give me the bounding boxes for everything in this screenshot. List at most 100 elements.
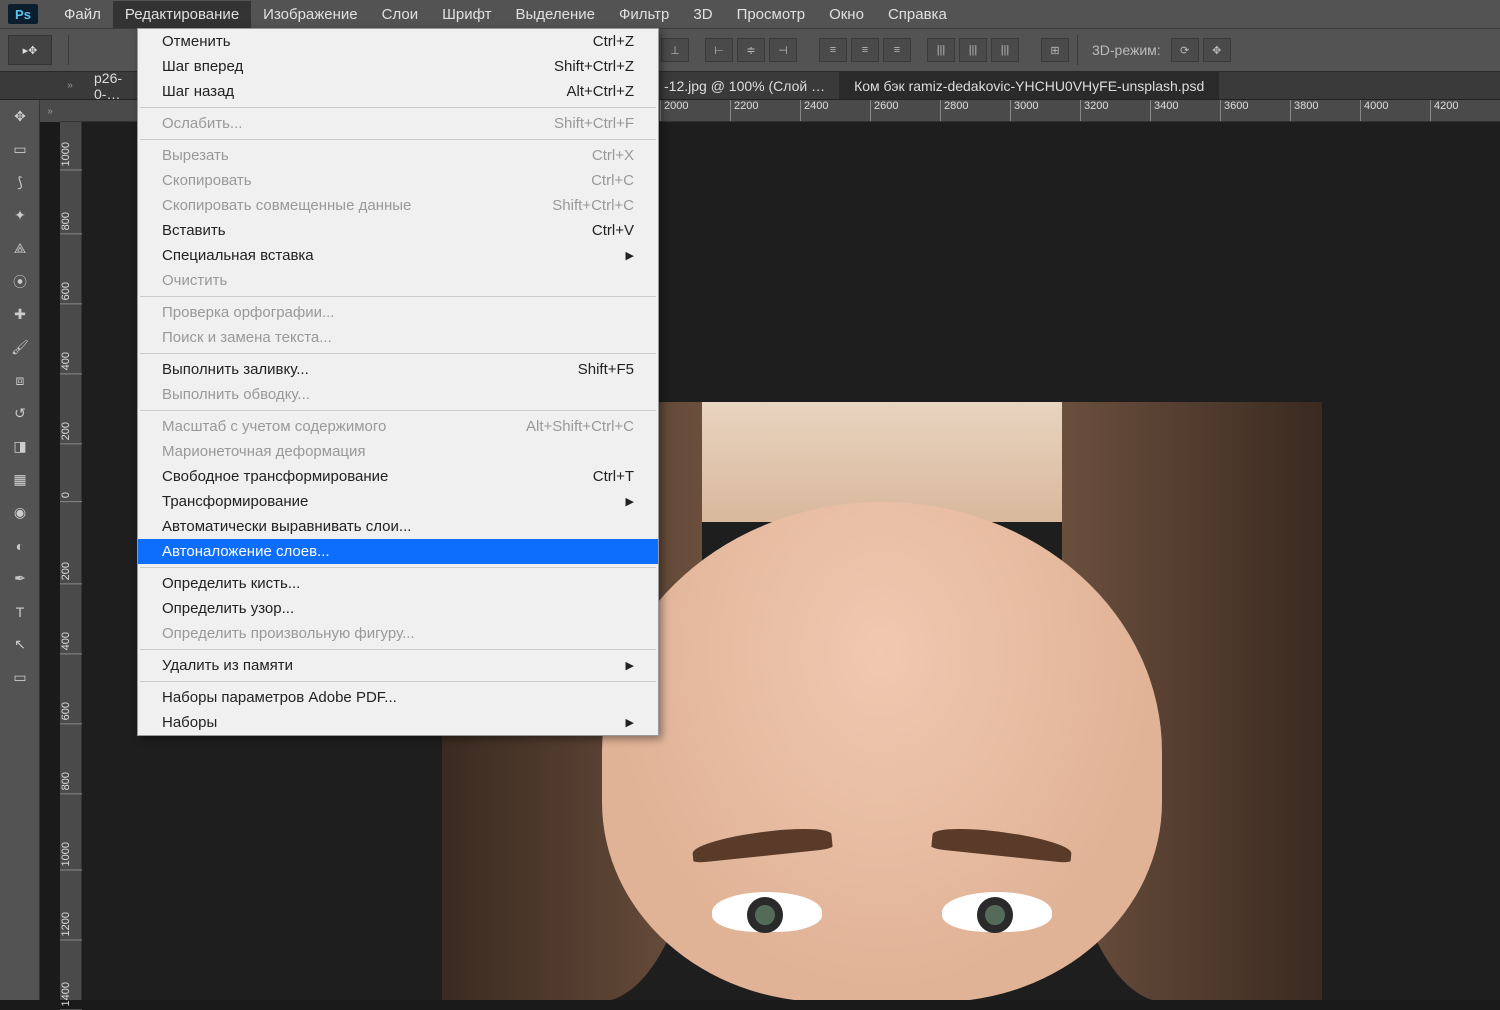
menu-просмотр[interactable]: Просмотр (725, 1, 818, 28)
menu-item-свободное-трансформирование[interactable]: Свободное трансформированиеCtrl+T (138, 464, 658, 489)
history-tool-icon[interactable]: ↺ (0, 397, 40, 430)
menu-item-скопировать: СкопироватьCtrl+C (138, 168, 658, 193)
menu-слои[interactable]: Слои (370, 1, 430, 28)
menu-item-марионеточная-деформация: Марионеточная деформация (138, 439, 658, 464)
vertical-divider (68, 35, 69, 65)
pen-tool-icon[interactable]: ✒ (0, 562, 40, 595)
menu-separator (140, 681, 656, 682)
brush-tool-icon[interactable]: 🖌 (0, 331, 40, 364)
menu-item-очистить: Очистить (138, 268, 658, 293)
menu-item-специальная-вставка[interactable]: Специальная вставка▶ (138, 243, 658, 268)
menu-item-определить-кисть-[interactable]: Определить кисть... (138, 571, 658, 596)
document-tab[interactable]: p26-0-… (80, 72, 140, 99)
tabs-scroll-icon[interactable]: » (60, 72, 80, 99)
align-left-edges-icon[interactable]: ⊢ (705, 38, 733, 62)
menu-item-определить-узор-[interactable]: Определить узор... (138, 596, 658, 621)
crop-tool-icon[interactable]: ⟁ (0, 232, 40, 265)
menu-item-отменить[interactable]: ОтменитьCtrl+Z (138, 29, 658, 54)
distribute-top-icon[interactable]: ≡ (819, 38, 847, 62)
align-horizontal-centers-icon[interactable]: ≑ (737, 38, 765, 62)
menu-shortcut: Shift+Ctrl+C (552, 197, 634, 214)
menu-item-автоматически-выравнивать-слои-[interactable]: Автоматически выравнивать слои... (138, 514, 658, 539)
document-tab[interactable]: -12.jpg @ 100% (Слой … (650, 72, 840, 99)
menu-item-вставить[interactable]: ВставитьCtrl+V (138, 218, 658, 243)
ruler-tick: 0 (60, 492, 82, 502)
distribute-right-icon[interactable]: ||| (991, 38, 1019, 62)
menu-item-удалить-из-памяти[interactable]: Удалить из памяти▶ (138, 653, 658, 678)
menu-item-label: Скопировать (162, 172, 252, 189)
menu-item-label: Выполнить заливку... (162, 361, 309, 378)
menu-shortcut: Ctrl+T (593, 468, 634, 485)
marquee-tool-icon[interactable]: ▭ (0, 133, 40, 166)
move-tool-icon[interactable]: ✥ (0, 100, 40, 133)
canvas-image-iris (747, 897, 783, 933)
heal-tool-icon[interactable]: ✚ (0, 298, 40, 331)
menu-bar: Ps ФайлРедактированиеИзображениеСлоиШриф… (0, 0, 1500, 28)
menu-item-автоналожение-слоев-[interactable]: Автоналожение слоев... (138, 539, 658, 564)
tool-preset-picker[interactable]: ▸✥ (8, 35, 52, 65)
gradient-tool-icon[interactable]: ▦ (0, 463, 40, 496)
menu-separator (140, 139, 656, 140)
menu-справка[interactable]: Справка (876, 1, 959, 28)
menu-shortcut: Ctrl+X (592, 147, 634, 164)
panel-expand-icon[interactable]: » (40, 100, 60, 122)
menu-item-наборы-параметров-adobe-pdf-[interactable]: Наборы параметров Adobe PDF... (138, 685, 658, 710)
mode-3d-orbit-icon[interactable]: ⟳ (1171, 38, 1199, 62)
mode-3d-label: 3D-режим: (1092, 42, 1161, 58)
blur-tool-icon[interactable]: ◉ (0, 496, 40, 529)
menu-выделение[interactable]: Выделение (504, 1, 607, 28)
ruler-tick: 3000 (1010, 100, 1038, 122)
menu-фильтр[interactable]: Фильтр (607, 1, 681, 28)
eraser-tool-icon[interactable]: ◨ (0, 430, 40, 463)
ruler-tick: 200 (60, 422, 82, 444)
menu-файл[interactable]: Файл (52, 1, 113, 28)
menu-шрифт[interactable]: Шрифт (430, 1, 503, 28)
distribute-bottom-icon[interactable]: ≡ (883, 38, 911, 62)
eyedropper-tool-icon[interactable]: ⦿ (0, 265, 40, 298)
menu-item-проверка-орфографии-: Проверка орфографии... (138, 300, 658, 325)
menu-редактирование[interactable]: Редактирование (113, 1, 251, 28)
align-bottom-edges-icon[interactable]: ⊥ (661, 38, 689, 62)
vertical-divider (1077, 35, 1078, 65)
menu-окно[interactable]: Окно (817, 1, 876, 28)
submenu-arrow-icon: ▶ (626, 495, 634, 508)
menu-item-label: Специальная вставка (162, 247, 314, 264)
menu-item-label: Определить кисть... (162, 575, 300, 592)
menu-item-шаг-назад[interactable]: Шаг назадAlt+Ctrl+Z (138, 79, 658, 104)
menu-item-трансформирование[interactable]: Трансформирование ▶ (138, 489, 658, 514)
ruler-tick: 3400 (1150, 100, 1178, 122)
lasso-tool-icon[interactable]: ⟆ (0, 166, 40, 199)
type-tool-icon[interactable]: T (0, 595, 40, 628)
menu-item-label: Наборы параметров Adobe PDF... (162, 689, 397, 706)
menu-item-label: Очистить (162, 272, 227, 289)
menu-item-label: Вырезать (162, 147, 229, 164)
path-tool-icon[interactable]: ↖ (0, 628, 40, 661)
wand-tool-icon[interactable]: ✦ (0, 199, 40, 232)
ruler-tick: 800 (60, 212, 82, 234)
align-right-edges-icon[interactable]: ⊣ (769, 38, 797, 62)
stamp-tool-icon[interactable]: ⧈ (0, 364, 40, 397)
distribute-vcenter-icon[interactable]: ≡ (851, 38, 879, 62)
menu-item-label: Ослабить... (162, 115, 242, 132)
distribute-hcenter-icon[interactable]: ||| (959, 38, 987, 62)
ruler-tick: 1000 (60, 142, 82, 170)
menu-item-label: Автоматически выравнивать слои... (162, 518, 411, 535)
canvas-image-iris (977, 897, 1013, 933)
menu-item-выполнить-заливку-[interactable]: Выполнить заливку...Shift+F5 (138, 357, 658, 382)
menu-изображение[interactable]: Изображение (251, 1, 370, 28)
menu-item-наборы[interactable]: Наборы▶ (138, 710, 658, 735)
menu-3d[interactable]: 3D (681, 1, 724, 28)
menu-separator (140, 353, 656, 354)
dodge-tool-icon[interactable]: ◐ (0, 529, 40, 562)
ruler-tick: 200 (60, 562, 82, 584)
menu-item-шаг-вперед[interactable]: Шаг впередShift+Ctrl+Z (138, 54, 658, 79)
menu-item-вырезать: Вырезать Ctrl+X (138, 143, 658, 168)
menu-item-label: Масштаб с учетом содержимого (162, 418, 386, 435)
document-tab[interactable]: Ком бэк ramiz-dedakovic-YHCHU0VHyFE-unsp… (840, 72, 1219, 99)
auto-align-icon[interactable]: ⊞ (1041, 38, 1069, 62)
distribute-left-icon[interactable]: ||| (927, 38, 955, 62)
shape-tool-icon[interactable]: ▭ (0, 661, 40, 694)
menu-item-скопировать-совмещенные-данные: Скопировать совмещенные данныеShift+Ctrl… (138, 193, 658, 218)
menu-item-label: Трансформирование (162, 493, 308, 510)
mode-3d-pan-icon[interactable]: ✥ (1203, 38, 1231, 62)
